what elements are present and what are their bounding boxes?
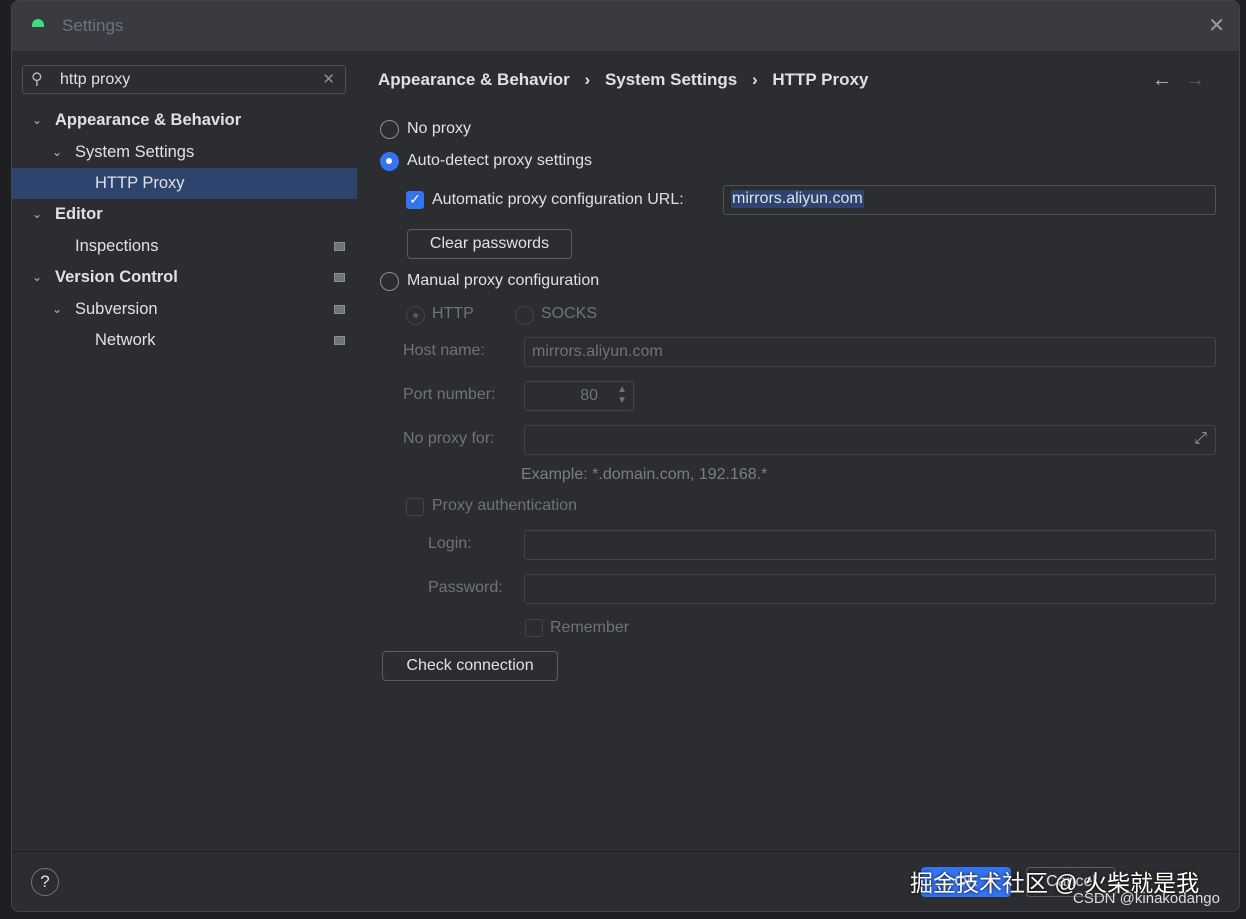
socks-radio bbox=[515, 306, 534, 325]
tree-item-appearance[interactable]: ⌄ Appearance & Behavior bbox=[12, 105, 357, 136]
chevron-down-icon: ⌄ bbox=[52, 145, 63, 159]
tree-item-subversion[interactable]: ⌄ Subversion bbox=[12, 294, 357, 325]
auto-url-checkbox[interactable]: ✓ bbox=[406, 191, 424, 209]
search-icon: ⚲ bbox=[31, 71, 43, 88]
project-settings-icon bbox=[334, 242, 345, 251]
tree-item-network[interactable]: Network bbox=[12, 325, 357, 356]
android-icon bbox=[32, 19, 44, 27]
auto-detect-radio[interactable] bbox=[380, 152, 399, 171]
login-input bbox=[524, 530, 1216, 560]
remember-checkbox bbox=[525, 619, 543, 637]
stepper-arrows-icon: ▲ ▼ bbox=[617, 384, 627, 406]
footer-divider bbox=[12, 851, 1239, 852]
tree-item-editor[interactable]: ⌄ Editor bbox=[12, 199, 357, 230]
clear-passwords-button[interactable]: Clear passwords bbox=[407, 229, 572, 259]
no-proxy-for-input: ⤢ bbox=[524, 425, 1216, 455]
port-number-stepper: 80 ▲ ▼ bbox=[524, 381, 634, 411]
manual-proxy-radio[interactable] bbox=[380, 272, 399, 291]
chevron-down-icon: ⌄ bbox=[32, 113, 43, 127]
help-button[interactable]: ? bbox=[31, 868, 59, 896]
back-arrow-icon[interactable]: ← bbox=[1152, 69, 1172, 92]
tree-item-http-proxy[interactable]: HTTP Proxy bbox=[12, 168, 357, 199]
dialog-title: Settings bbox=[62, 16, 124, 35]
clear-search-icon[interactable]: ✕ bbox=[322, 70, 335, 88]
tree-item-system-settings[interactable]: ⌄ System Settings bbox=[12, 137, 357, 168]
chevron-down-icon: ⌄ bbox=[32, 270, 43, 284]
search-input[interactable]: ⚲ http proxy ✕ bbox=[22, 65, 346, 94]
tree-item-inspections[interactable]: Inspections bbox=[12, 231, 357, 262]
password-input bbox=[524, 574, 1216, 604]
project-settings-icon bbox=[334, 336, 345, 345]
no-proxy-radio[interactable] bbox=[380, 120, 399, 139]
breadcrumb: Appearance & Behavior › System Settings … bbox=[378, 70, 869, 89]
watermark-csdn: CSDN @kinakodango bbox=[1073, 890, 1220, 907]
proxy-auth-checkbox bbox=[406, 498, 424, 516]
close-icon[interactable]: ✕ bbox=[1208, 13, 1225, 38]
host-name-input: mirrors.aliyun.com bbox=[524, 337, 1216, 367]
tree-item-version-control[interactable]: ⌄ Version Control bbox=[12, 262, 357, 293]
settings-dialog: Settings ✕ ⚲ http proxy ✕ ⌄ Appearance & … bbox=[11, 0, 1240, 912]
auto-url-input[interactable]: mirrors.aliyun.com bbox=[723, 185, 1216, 215]
title-bar: Settings ✕ bbox=[12, 1, 1239, 51]
project-settings-icon bbox=[334, 305, 345, 314]
check-connection-button[interactable]: Check connection bbox=[382, 651, 558, 681]
expand-icon: ⤢ bbox=[1194, 430, 1207, 447]
forward-arrow-icon[interactable]: → bbox=[1185, 69, 1205, 92]
http-radio-dot bbox=[413, 313, 418, 318]
chevron-down-icon: ⌄ bbox=[32, 207, 43, 221]
chevron-down-icon: ⌄ bbox=[52, 302, 63, 316]
project-settings-icon bbox=[334, 273, 345, 282]
